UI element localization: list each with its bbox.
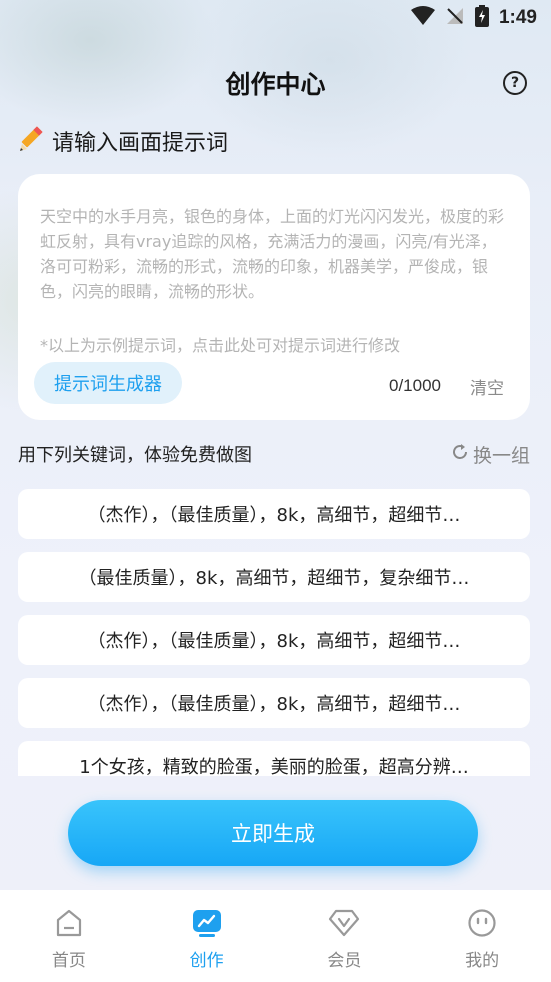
status-bar: 1:49	[0, 0, 551, 36]
battery-charging-icon	[474, 5, 489, 31]
generate-now-button[interactable]: 立即生成	[68, 800, 478, 866]
keyword-item[interactable]: （杰作），（最佳质量），8k，高细节，超细节…	[18, 615, 530, 665]
profile-icon	[467, 908, 497, 942]
keyword-item[interactable]: （杰作），（最佳质量），8k，高细节，超细节…	[18, 489, 530, 539]
refresh-icon	[451, 443, 469, 466]
tab-home-label: 首页	[51, 951, 86, 971]
tab-vip[interactable]: 会员	[276, 890, 414, 982]
help-icon[interactable]: ?	[503, 71, 527, 95]
create-icon	[191, 908, 223, 942]
wifi-icon	[410, 6, 435, 30]
title-bar: 创作中心 ?	[0, 60, 551, 106]
prompt-generator-button[interactable]: 提示词生成器	[34, 362, 182, 404]
vip-icon	[328, 908, 360, 942]
prompt-note[interactable]: *以上为示例提示词，点击此处可对提示词进行修改	[40, 332, 400, 356]
tab-profile-label: 我的	[465, 951, 500, 971]
keyword-item[interactable]: （杰作），（最佳质量），8k，高细节，超细节…	[18, 678, 530, 728]
char-count: 0/1000	[389, 376, 441, 395]
keyword-list: （杰作），（最佳质量），8k，高细节，超细节… （最佳质量），8k，高细节，超细…	[18, 489, 530, 776]
keyword-item[interactable]: （最佳质量），8k，高细节，超细节，复杂细节…	[18, 552, 530, 602]
tab-home[interactable]: 首页	[0, 890, 138, 982]
status-time: 1:49	[498, 7, 537, 28]
clear-button[interactable]: 清空	[470, 374, 504, 399]
pencil-icon	[18, 125, 46, 157]
tab-profile[interactable]: 我的	[413, 890, 551, 982]
prompt-heading: 请输入画面提示词	[18, 125, 228, 157]
prompt-heading-label: 请输入画面提示词	[52, 131, 229, 156]
tab-create-label: 创作	[189, 951, 224, 971]
home-icon	[54, 908, 84, 942]
page-title: 创作中心	[225, 70, 326, 99]
keyword-item[interactable]: 1个女孩，精致的脸蛋，美丽的脸蛋，超高分辨…	[18, 741, 530, 776]
bottom-tab-bar: 首页 创作 会员 我的	[0, 890, 551, 982]
refresh-label: 换一组	[472, 444, 530, 467]
prompt-example-text[interactable]: 天空中的水手月亮，银色的身体，上面的灯光闪闪发光，极度的彩虹反射，具有vray追…	[40, 204, 510, 304]
tab-create[interactable]: 创作	[138, 890, 276, 982]
keywords-title: 用下列关键词，体验免费做图	[18, 445, 252, 466]
no-signal-icon	[445, 6, 465, 30]
tab-vip-label: 会员	[327, 951, 362, 971]
keywords-header: 用下列关键词，体验免费做图 换一组	[18, 440, 530, 468]
prompt-input-card[interactable]: 天空中的水手月亮，银色的身体，上面的灯光闪闪发光，极度的彩虹反射，具有vray追…	[18, 174, 530, 420]
refresh-button[interactable]: 换一组	[451, 441, 530, 468]
